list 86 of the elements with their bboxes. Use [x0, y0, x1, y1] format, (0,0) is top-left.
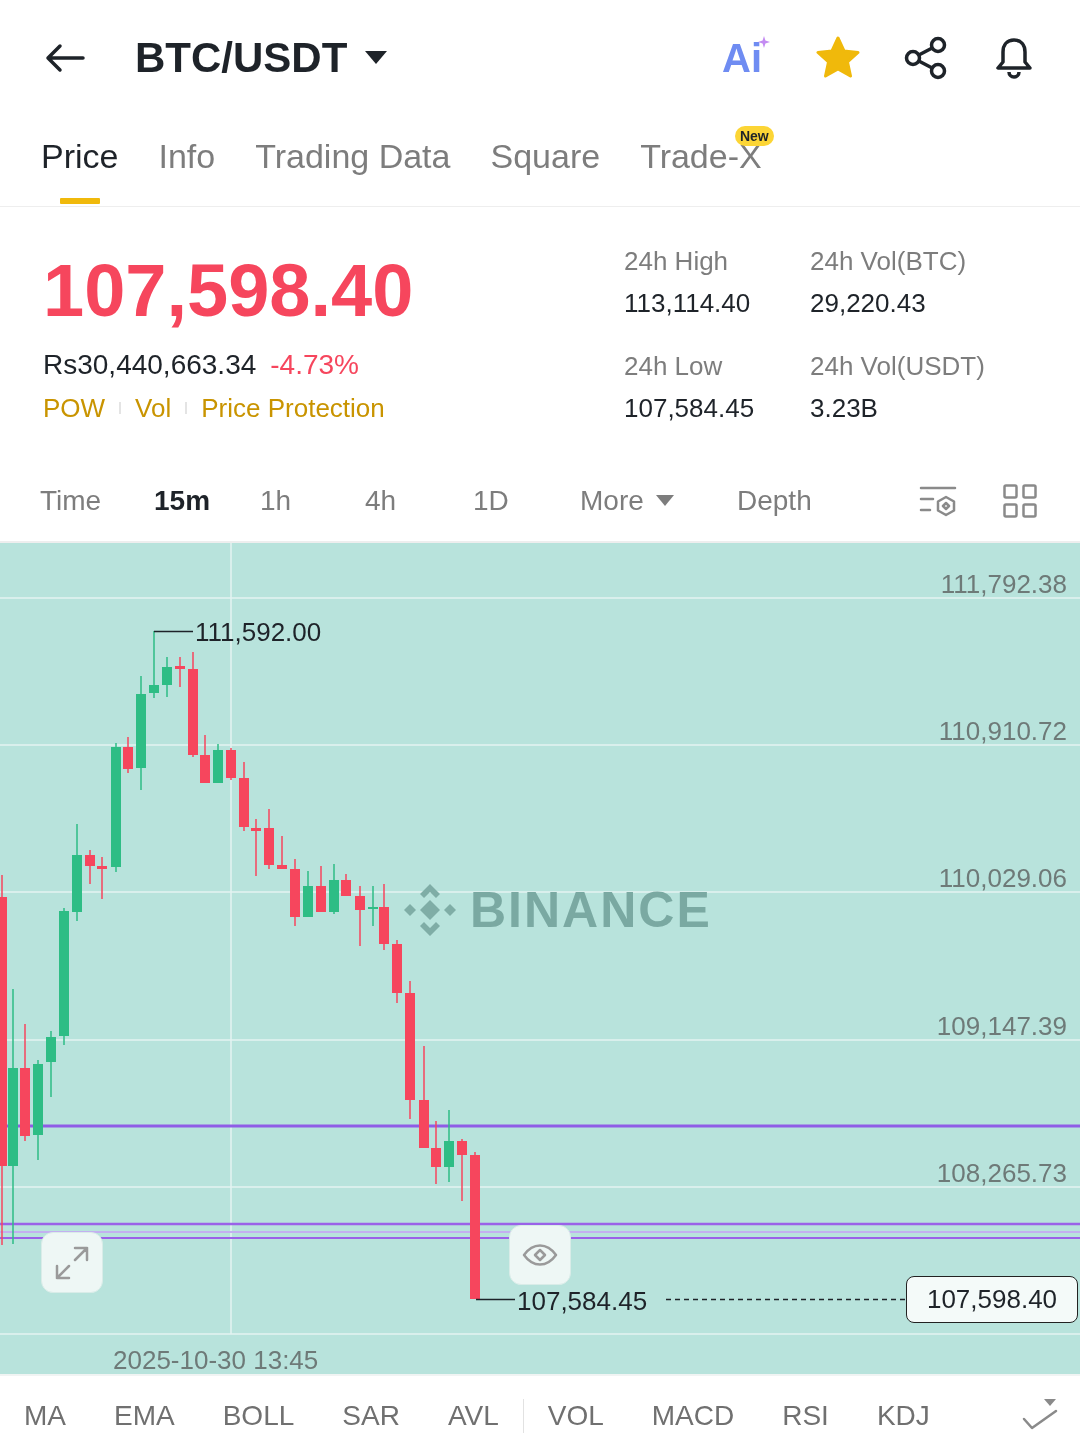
caret-down-icon [655, 495, 674, 506]
tab[interactable]: Info [158, 115, 216, 206]
diamond-logo-icon [404, 884, 456, 936]
fiat-price: Rs30,440,663.34 [43, 348, 257, 382]
indicator-tab[interactable]: RSI [782, 1399, 829, 1433]
stat-value: 3.23B [810, 392, 878, 424]
indicator-tab[interactable]: MA [24, 1399, 66, 1433]
back-arrow-icon[interactable] [45, 42, 85, 73]
candlestick [303, 871, 313, 917]
tab[interactable]: Square [490, 115, 601, 206]
indicator-tab[interactable]: VOL [547, 1399, 604, 1433]
star-icon[interactable] [816, 35, 860, 80]
price-axis-label: 109,147.39 [936, 1010, 1067, 1042]
stat-label: 24h Vol(BTC) [810, 245, 967, 277]
indicator-tab[interactable]: BOLL [222, 1399, 295, 1433]
fullscreen-button[interactable] [41, 1232, 103, 1293]
interval-tab[interactable]: 15m [154, 483, 211, 518]
candlestick [85, 850, 95, 884]
leader-line [475, 1298, 516, 1301]
candlestick [200, 735, 210, 783]
price-change: -4.73% [270, 348, 359, 382]
candlestick [123, 737, 133, 773]
candlestick [175, 657, 185, 687]
candlestick [239, 762, 249, 831]
candlestick [355, 886, 365, 946]
candlestick [213, 744, 223, 783]
candlestick [329, 864, 339, 914]
interval-tab[interactable]: 1h [260, 483, 292, 518]
indicator-tab[interactable]: SAR [342, 1399, 400, 1433]
stat-label: 24h Low [624, 350, 723, 382]
new-badge: New [734, 126, 774, 146]
caret-down-icon [365, 51, 388, 64]
stat-value: 107,584.45 [624, 392, 755, 424]
candlestick [431, 1121, 441, 1184]
time-label: 2025-10-30 13:45 [113, 1346, 319, 1374]
price-axis-label: 108,265.73 [936, 1157, 1067, 1189]
interval-tab[interactable]: Depth [737, 483, 812, 518]
interval-tab[interactable]: 4h [365, 483, 397, 518]
leader-line [153, 630, 194, 633]
tag-link[interactable]: Price Protection [201, 392, 385, 424]
interval-tab[interactable]: More [580, 483, 674, 518]
pair-selector[interactable]: BTC/USDT [135, 36, 388, 79]
current-price-tag: 107,598.40 [906, 1276, 1078, 1323]
price-axis-label: 111,792.38 [940, 568, 1067, 600]
candlestick [251, 819, 261, 876]
expand-icon [55, 1245, 89, 1280]
low-price-label: 107,584.45 [517, 1287, 648, 1315]
candlestick [277, 836, 287, 869]
eye-icon [522, 1244, 558, 1266]
grid-icon[interactable] [1003, 483, 1037, 518]
indicator-tab[interactable]: KDJ [876, 1399, 930, 1433]
tag-link[interactable]: Vol [135, 392, 172, 424]
tab[interactable]: Price [41, 115, 119, 206]
candlestick [290, 859, 300, 926]
candlestick [316, 866, 326, 912]
candlestick [149, 631, 159, 698]
sparkle-icon [758, 35, 770, 48]
price-axis-label: 110,029.06 [938, 862, 1067, 894]
candlestick [392, 940, 402, 1003]
price-axis-label: 110,910.72 [938, 715, 1067, 747]
candlestick [162, 657, 172, 697]
interval-tab[interactable]: 1D [473, 483, 509, 518]
candlestick [457, 1139, 467, 1201]
candlestick [226, 748, 236, 780]
stat-label: 24h Vol(USDT) [810, 350, 985, 382]
tag-link[interactable]: POW [43, 392, 106, 424]
indicator-tab[interactable]: AVL [447, 1399, 499, 1433]
high-price-label: 111,592.00 [195, 616, 322, 648]
ai-button[interactable]: Ai [722, 35, 772, 80]
candlestick [264, 809, 274, 869]
indicator-tab[interactable]: MACD [651, 1399, 735, 1433]
interval-tab[interactable]: Time [40, 483, 102, 518]
stat-value: 113,114.40 [624, 287, 751, 319]
logo-text: BINANCE [470, 885, 712, 935]
candlestick [444, 1110, 454, 1182]
candlestick [97, 857, 107, 899]
stat-label: 24h High [624, 245, 729, 277]
visibility-button[interactable] [509, 1225, 571, 1285]
share-icon[interactable] [904, 35, 948, 80]
candlestick [46, 1031, 56, 1097]
candlestick [341, 874, 351, 896]
last-price: 107,598.40 [43, 254, 414, 328]
list-settings-icon[interactable] [919, 484, 957, 517]
stat-value: 29,220.43 [810, 287, 926, 319]
indicator-tab[interactable]: EMA [114, 1399, 175, 1433]
tab[interactable]: Trading Data [255, 115, 451, 206]
